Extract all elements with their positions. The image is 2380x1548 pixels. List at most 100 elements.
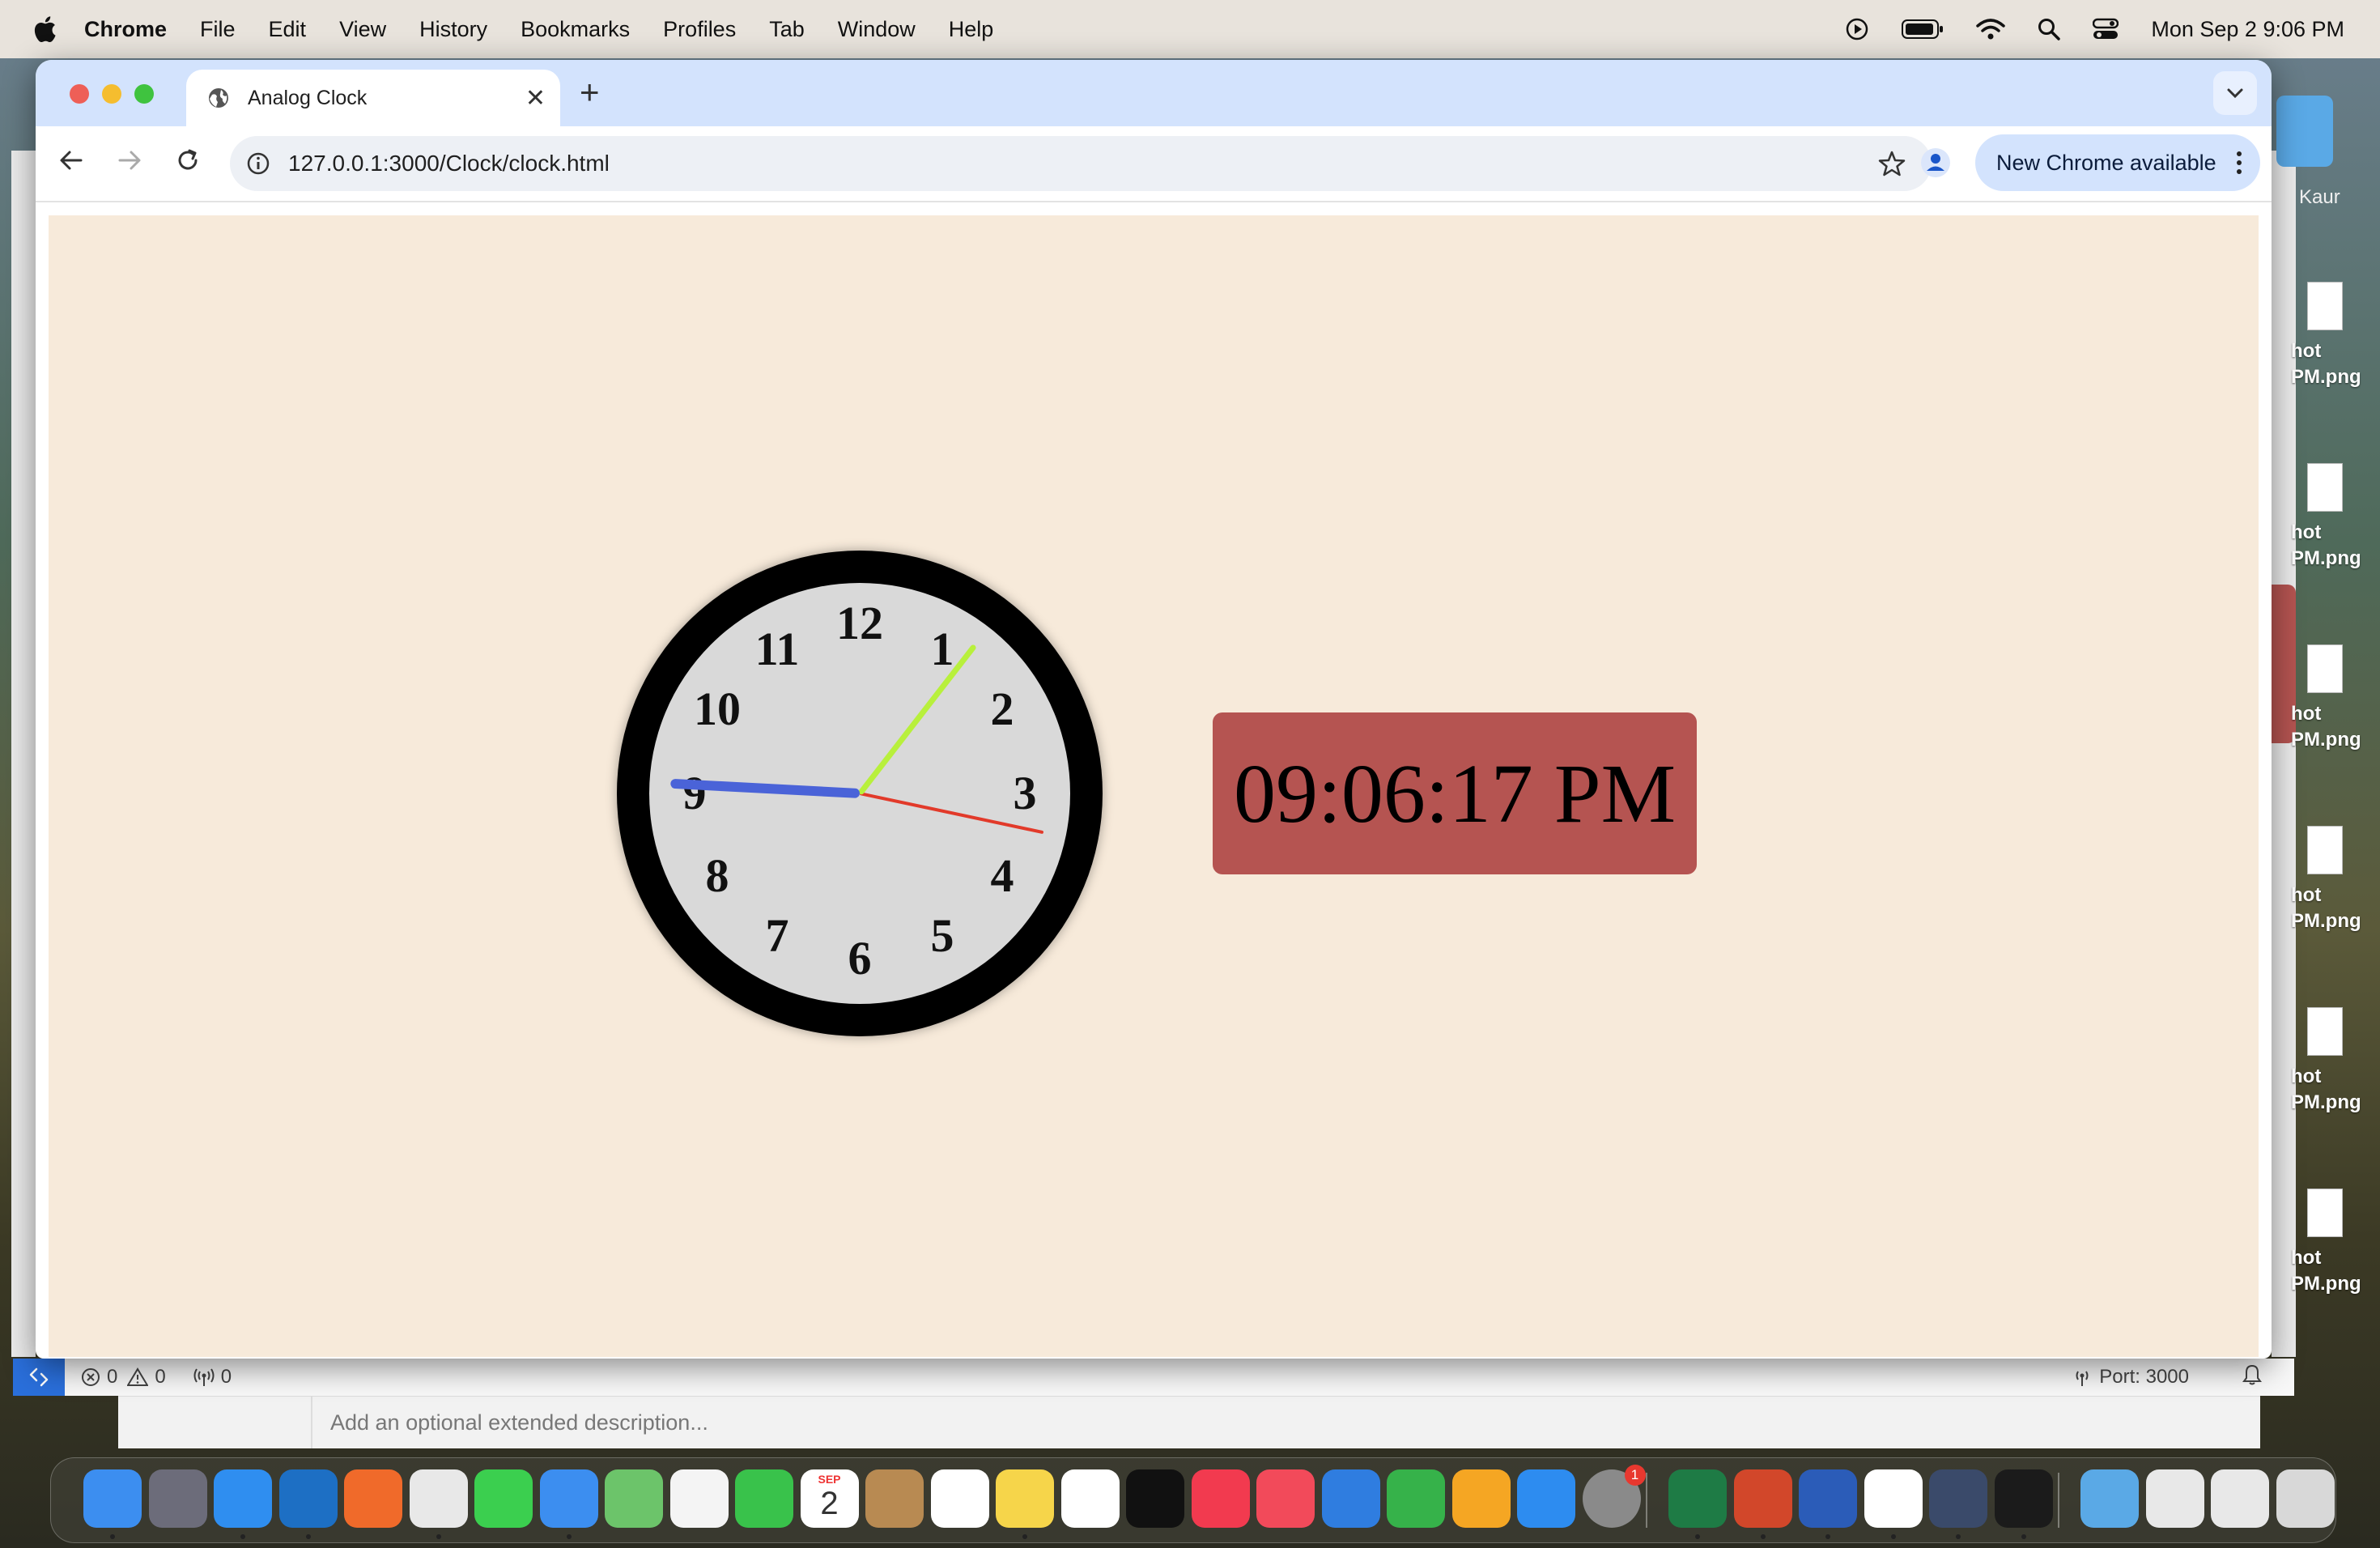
desktop-files: Kaur hot PM.png hot PM.png hot PM.png ho…	[2275, 162, 2380, 1344]
bookmark-star-icon[interactable]	[1878, 150, 1906, 177]
desktop-file[interactable]: hot PM.png	[2291, 1007, 2380, 1116]
problems-indicator[interactable]: 0 0	[81, 1366, 166, 1389]
menu-bookmarks[interactable]: Bookmarks	[521, 17, 630, 42]
running-indicator	[1956, 1534, 1961, 1539]
wifi-icon[interactable]	[1976, 18, 2006, 40]
battery-icon[interactable]	[1902, 19, 1944, 40]
desktop-file[interactable]: hot PM.png	[2291, 282, 2380, 390]
notes-icon[interactable]	[996, 1469, 1054, 1528]
menu-view[interactable]: View	[339, 17, 386, 42]
menu-window[interactable]: Window	[838, 17, 916, 42]
url-text[interactable]: 127.0.0.1:3000/Clock/clock.html	[288, 151, 610, 176]
keynote-icon[interactable]	[1321, 1469, 1380, 1528]
menu-edit[interactable]: Edit	[269, 17, 307, 42]
tab-close-icon[interactable]: ✕	[525, 84, 546, 113]
minimize-window-button[interactable]	[102, 84, 121, 104]
site-info-icon[interactable]	[246, 151, 270, 176]
vscode-icon[interactable]	[278, 1469, 338, 1528]
desktop-file[interactable]: hot PM.png	[2291, 826, 2380, 934]
excel-icon[interactable]	[1668, 1469, 1727, 1528]
launchpad-icon[interactable]	[148, 1469, 207, 1528]
now-playing-icon[interactable]	[1845, 17, 1869, 41]
running-indicator	[1760, 1534, 1766, 1539]
new-chrome-available-button[interactable]: New Chrome available	[1975, 134, 2260, 191]
reminders-icon[interactable]	[930, 1469, 989, 1528]
mail-icon[interactable]	[539, 1469, 598, 1528]
menu-bar: Chrome File Edit View History Bookmarks …	[0, 0, 2380, 58]
settings-icon[interactable]: 1	[1582, 1465, 1646, 1528]
finder-icon[interactable]	[83, 1469, 142, 1528]
back-arrow-icon[interactable]	[57, 146, 86, 175]
desktop-file[interactable]: hot PM.png	[2291, 1189, 2380, 1297]
desktop-folder-icon[interactable]	[2276, 96, 2333, 167]
numeral-9: 9	[682, 767, 707, 819]
news-icon[interactable]	[1256, 1469, 1315, 1528]
freeform-icon[interactable]	[1060, 1469, 1120, 1528]
music-icon[interactable]	[1191, 1469, 1250, 1528]
chrome-icon[interactable]	[409, 1469, 468, 1528]
slack-icon[interactable]	[1864, 1469, 1923, 1528]
new-tab-button[interactable]: +	[580, 73, 600, 112]
desktop-file[interactable]: hot PM.png	[2291, 463, 2380, 572]
menu-profiles[interactable]: Profiles	[663, 17, 736, 42]
broadcast-icon	[193, 1368, 215, 1386]
messages-icon[interactable]	[474, 1469, 533, 1528]
menu-help[interactable]: Help	[949, 17, 994, 42]
spotlight-search-icon[interactable]	[2038, 18, 2061, 40]
address-bar[interactable]: 127.0.0.1:3000/Clock/clock.html	[230, 136, 1932, 191]
file-thumbnail	[2307, 826, 2343, 874]
forward-arrow-icon[interactable]	[115, 146, 144, 175]
folder-icon[interactable]	[2080, 1469, 2139, 1528]
preview-icon[interactable]	[1929, 1469, 1987, 1528]
zoom-window-button[interactable]	[134, 84, 154, 104]
tab-search-button[interactable]	[2213, 71, 2257, 115]
file-thumbnail	[2307, 644, 2343, 693]
remote-indicator[interactable]	[13, 1359, 65, 1396]
page-content: 12 1 2 3 4 5 6 7 8 9 10 11 09:06:17 PM	[49, 215, 2259, 1357]
running-indicator	[110, 1534, 115, 1539]
appstore-icon[interactable]	[1517, 1469, 1575, 1528]
calendar-icon[interactable]: SEP 2	[800, 1469, 859, 1528]
running-indicator	[305, 1534, 311, 1539]
tab-title: Analog Clock	[248, 86, 368, 109]
safari-icon[interactable]	[214, 1469, 272, 1528]
screenshot2-icon[interactable]	[2211, 1469, 2269, 1528]
notifications-bell-icon[interactable]	[2242, 1364, 2262, 1391]
file-label: hot PM.png	[2291, 1065, 2361, 1113]
commit-description-input[interactable]: Add an optional extended description...	[330, 1410, 708, 1435]
powerpoint-icon[interactable]	[1733, 1469, 1792, 1528]
dock-separator	[2058, 1473, 2059, 1528]
pages-icon[interactable]	[1451, 1469, 1511, 1528]
numeral-7: 7	[765, 909, 789, 962]
ports-indicator[interactable]: 0	[193, 1366, 232, 1389]
terminal-icon[interactable]	[1994, 1469, 2053, 1528]
contacts-icon[interactable]	[865, 1469, 924, 1528]
numeral-6: 6	[848, 932, 872, 985]
apple-icon[interactable]	[32, 15, 57, 43]
calendar-month: SEP	[818, 1473, 841, 1486]
menu-history[interactable]: History	[419, 17, 487, 42]
photos-icon[interactable]	[669, 1469, 729, 1528]
close-window-button[interactable]	[70, 84, 89, 104]
tab-analog-clock[interactable]: Analog Clock ✕	[186, 70, 560, 126]
pen-app-icon[interactable]	[344, 1469, 402, 1528]
menu-file[interactable]: File	[200, 17, 236, 42]
port-indicator[interactable]: Port: 3000	[2072, 1366, 2189, 1389]
maps-icon[interactable]	[605, 1469, 663, 1528]
calendar-day: 2	[820, 1486, 839, 1521]
desktop-file[interactable]: hot PM.png	[2291, 644, 2380, 753]
facetime-icon[interactable]	[735, 1469, 793, 1528]
trash-icon[interactable]	[2276, 1469, 2335, 1528]
menubar-clock[interactable]: Mon Sep 2 9:06 PM	[2151, 17, 2344, 42]
file-thumbnail	[2307, 1189, 2343, 1237]
word-icon[interactable]	[1799, 1469, 1857, 1528]
numbers-icon[interactable]	[1387, 1469, 1445, 1528]
appletv-icon[interactable]	[1126, 1469, 1184, 1528]
screenshot-icon[interactable]	[2145, 1469, 2204, 1528]
profile-avatar-icon[interactable]	[1920, 147, 1951, 178]
reload-icon[interactable]	[173, 146, 202, 175]
menu-tab[interactable]: Tab	[769, 17, 805, 42]
file-thumbnail	[2307, 1007, 2343, 1056]
menu-app-name[interactable]: Chrome	[84, 17, 167, 42]
control-center-icon[interactable]	[2093, 18, 2119, 40]
